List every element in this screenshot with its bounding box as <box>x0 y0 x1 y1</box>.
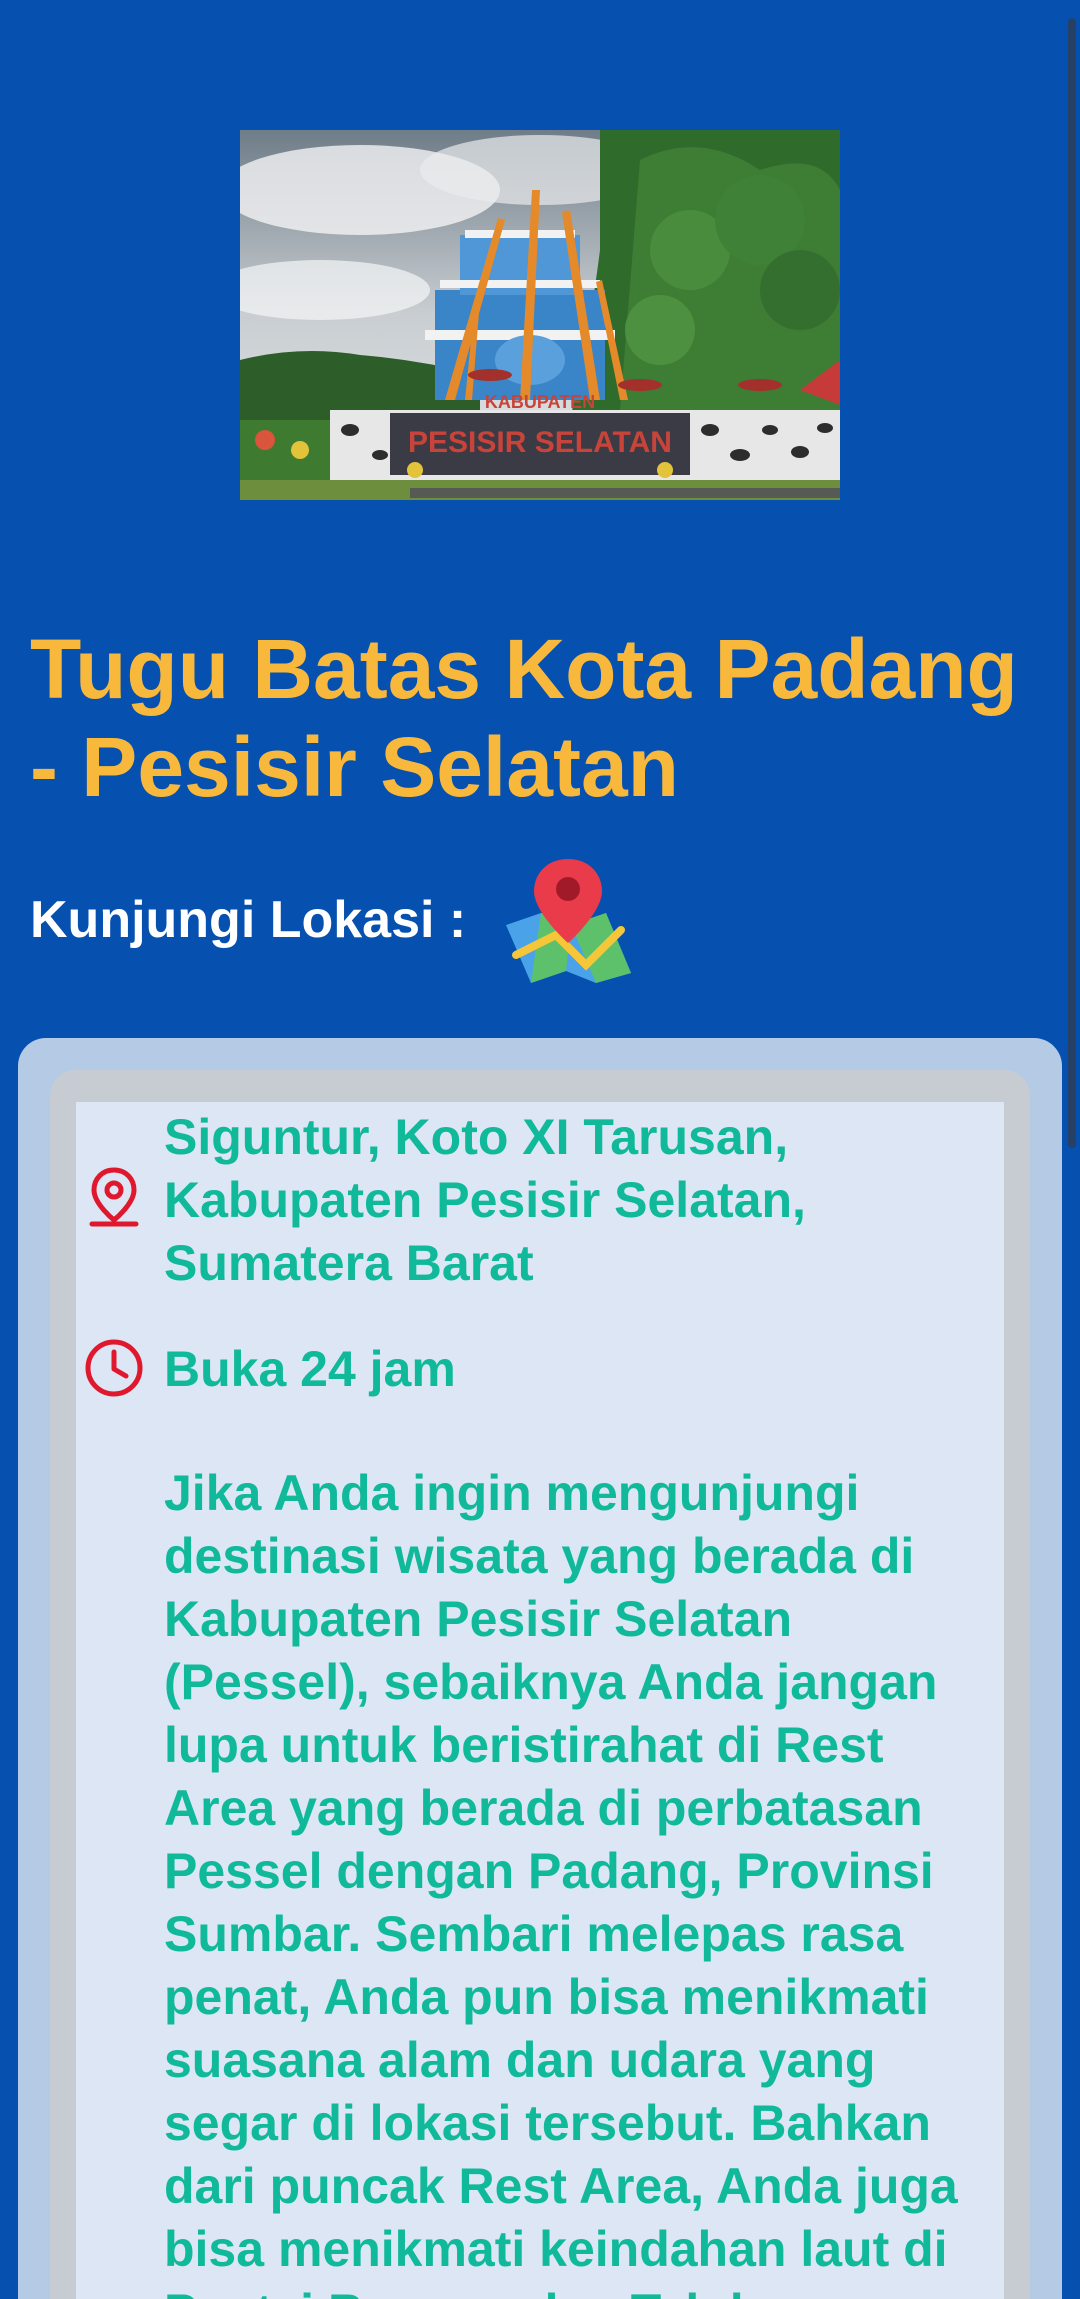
description-text: Jika Anda ingin mengunjungi destinasi wi… <box>164 1465 958 2299</box>
map-pin-icon[interactable] <box>496 855 636 985</box>
address-text: Siguntur, Koto XI Tarusan, Kabupaten Pes… <box>164 1109 806 1291</box>
page: KABUPATEN PESISIR SELATAN Tugu Batas Kot… <box>0 0 1080 2299</box>
hours-text: Buka 24 jam <box>164 1341 456 1397</box>
sign-line2: PESISIR SELATAN <box>408 426 672 459</box>
info-card: Siguntur, Koto XI Tarusan, Kabupaten Pes… <box>76 1102 1004 2299</box>
clock-icon <box>85 1339 143 1397</box>
visit-location-label: Kunjungi Lokasi : <box>30 891 467 949</box>
sign-line1: KABUPATEN <box>485 392 595 412</box>
hero-photo: KABUPATEN PESISIR SELATAN <box>240 130 840 500</box>
location-pin-icon <box>89 1167 139 1227</box>
visit-location-row: Kunjungi Lokasi : <box>30 855 636 985</box>
page-title: Tugu Batas Kota Padang - Pesisir Selatan <box>30 622 1018 814</box>
scrollbar[interactable] <box>1068 18 1076 1148</box>
